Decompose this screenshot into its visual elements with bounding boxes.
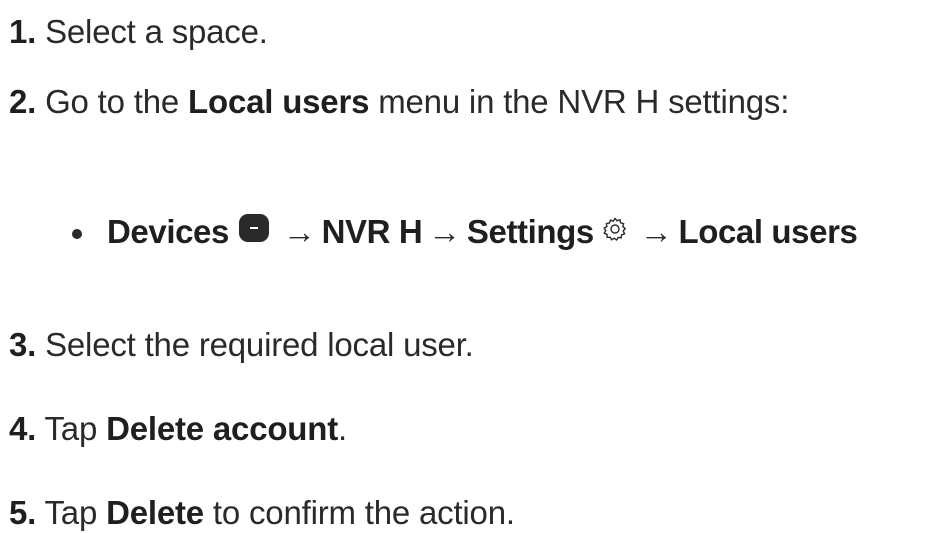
arrow: → [639, 213, 673, 250]
step-text: Select a space. [36, 13, 268, 50]
step-4: 4. Tap Delete account. [9, 409, 347, 449]
step-number: 1. [9, 13, 37, 50]
step-2: 2. Go to the Local users menu in the NVR… [9, 82, 789, 122]
bullet-dot [72, 229, 82, 239]
step-text: . [338, 410, 347, 447]
step-1: 1. Select a space. [9, 12, 268, 52]
step-number: 5. [9, 494, 37, 531]
path-devices: Devices [107, 213, 229, 250]
step-number: 2. [9, 83, 37, 120]
path-settings: Settings [466, 213, 594, 250]
step-text: Tap [36, 410, 107, 447]
step-3: 3. Select the required local user. [9, 325, 474, 365]
path-nvr: NVR H [321, 213, 423, 250]
step-text: to confirm the action. [203, 494, 515, 531]
menu-name: Local users [188, 83, 370, 120]
step-text: Select the required local user. [36, 326, 474, 363]
step-number: 3. [9, 326, 37, 363]
navigation-path: Devices → NVR H → Settings → Local users [72, 212, 858, 252]
path-local-users: Local users [678, 213, 858, 250]
step-text: menu in the NVR H settings: [369, 83, 790, 120]
step-text: Tap [36, 494, 107, 531]
arrow: → [282, 213, 316, 250]
action-name: Delete [106, 494, 204, 531]
step-text: Go to the [36, 83, 189, 120]
devices-icon [238, 214, 269, 242]
arrow: → [428, 213, 461, 250]
step-5: 5. Tap Delete to confirm the action. [9, 493, 515, 533]
step-number: 4. [9, 410, 37, 447]
action-name: Delete account [106, 410, 339, 447]
gear-icon [602, 211, 628, 242]
